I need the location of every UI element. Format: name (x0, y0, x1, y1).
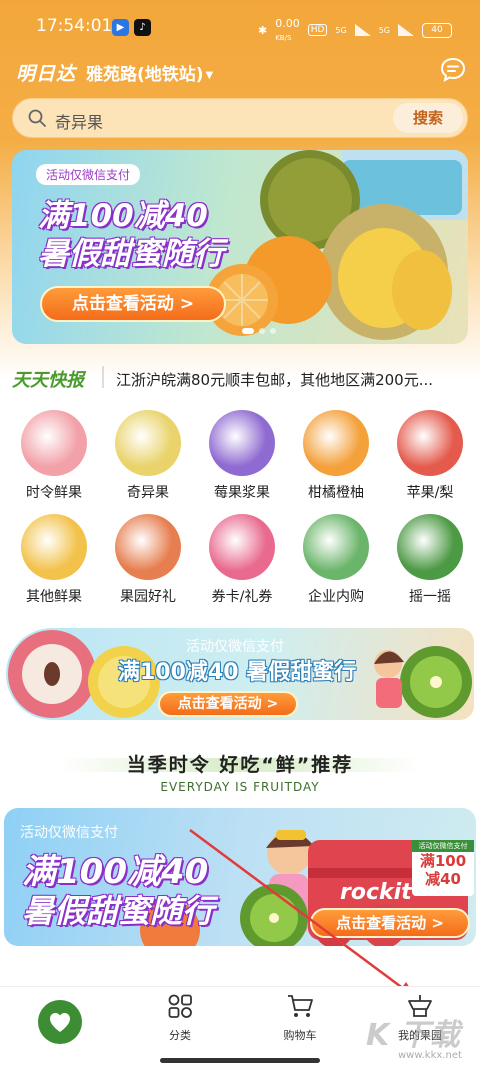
category-fruit-icon (209, 410, 275, 476)
network-speed: 0.00 KB/S (275, 17, 300, 42)
signal-1-icon: 5G (335, 25, 347, 35)
category-label: 苹果/梨 (406, 485, 454, 501)
category-fruit-icon (303, 410, 369, 476)
status-time: 17:54:01 (36, 16, 113, 36)
app-notification-icon: ▶ (112, 19, 129, 36)
section-title: 当季时令 好吃“鲜”推荐 (126, 754, 354, 776)
location-label: 雅苑路(地铁站) (86, 65, 204, 85)
news-title: 天天快报 (12, 370, 84, 391)
tab-category-label: 分类 (169, 1029, 191, 1042)
signal-2-icon: 5G (378, 25, 390, 35)
category-fruit-icon (303, 514, 369, 580)
app-header: 明日达 雅苑路(地铁站) ▼ (0, 54, 480, 94)
search-bar[interactable]: 奇异果 搜索 (12, 98, 468, 138)
view-activity-button[interactable]: 点击查看活动 > (158, 691, 298, 717)
search-button[interactable]: 搜索 (393, 103, 463, 133)
category-item[interactable]: 时令鲜果 (9, 410, 99, 502)
carousel-dot (270, 328, 276, 334)
tab-cart-label: 购物车 (283, 1029, 317, 1042)
status-indicators: ✱ 0.00 KB/S HD 5G 5G 40 (258, 17, 452, 43)
price-badge-header: 活动仅微信支付 (412, 840, 474, 852)
tab-category[interactable]: 分类 (120, 993, 240, 1043)
price-badge-line2: 减40 (425, 870, 461, 888)
category-label: 券卡/礼券 (211, 589, 273, 605)
view-activity-button[interactable]: 点击查看活动 > (310, 908, 470, 938)
system-home-indicator[interactable] (160, 1058, 320, 1063)
heart-chat-icon (50, 1013, 70, 1032)
message-icon[interactable] (440, 57, 466, 83)
watermark-url: www.kkx.net (398, 1050, 462, 1061)
search-input[interactable]: 奇异果 (55, 109, 103, 133)
news-ticker[interactable]: 天天快报 江浙沪皖满80元顺丰包邮，其他地区满200元... (12, 360, 468, 396)
rockit-brand-logo: rockit (340, 880, 412, 905)
category-fruit-icon (21, 410, 87, 476)
category-fruit-icon (209, 514, 275, 580)
watermark-logo: K 下载 (366, 1018, 460, 1053)
category-item[interactable]: 摇一摇 (385, 514, 475, 606)
news-divider (102, 366, 104, 388)
carousel-indicator (242, 328, 276, 334)
news-text: 江浙沪皖满80元顺丰包邮，其他地区满200元... (116, 371, 434, 389)
category-label: 其他鲜果 (26, 589, 82, 605)
location-selector[interactable]: 雅苑路(地铁站) ▼ (86, 60, 213, 85)
tab-home[interactable] (38, 1000, 82, 1044)
category-fruit-icon (115, 410, 181, 476)
status-bar: 17:54:01 ▶ ♪ ✱ 0.00 KB/S HD 5G 5G 40 (0, 0, 480, 54)
category-item[interactable]: 柑橘橙柚 (291, 410, 381, 502)
category-label: 摇一摇 (409, 589, 451, 605)
price-badge-line1: 满100 (419, 852, 467, 870)
signal-bars-2-icon (398, 24, 414, 36)
caret-down-icon: ▼ (205, 69, 214, 81)
category-label: 时令鲜果 (26, 485, 82, 501)
category-fruit-icon (21, 514, 87, 580)
promo-banner-middle[interactable]: 活动仅微信支付 满100减40 暑假甜蜜行 点击查看活动 > (6, 628, 474, 720)
category-item[interactable]: 莓果浆果 (197, 410, 287, 502)
category-item[interactable]: 果园好礼 (103, 514, 193, 606)
section-subtitle: EVERYDAY IS FRUITDAY (160, 780, 320, 794)
category-label: 柑橘橙柚 (308, 485, 364, 501)
category-item[interactable]: 券卡/礼券 (197, 514, 287, 606)
category-label: 奇异果 (127, 485, 169, 501)
promo-subheadline: 暑假甜蜜随行 (38, 236, 224, 272)
category-fruit-icon (397, 410, 463, 476)
category-fruit-icon (115, 514, 181, 580)
hd-badge: HD (307, 24, 328, 36)
category-item[interactable]: 苹果/梨 (385, 410, 475, 502)
tiktok-notification-icon: ♪ (134, 19, 151, 36)
view-activity-button[interactable]: 点击查看活动 > (40, 286, 226, 322)
carousel-dot (259, 328, 265, 334)
app-logo: 明日达 (16, 63, 77, 85)
shopping-cart-icon (288, 995, 313, 1017)
signal-bars-icon (354, 24, 371, 36)
category-item[interactable]: 奇异果 (103, 410, 193, 502)
category-item[interactable]: 企业内购 (291, 514, 381, 606)
battery-icon: 40 (422, 22, 452, 38)
wechat-pay-tag: 活动仅微信支付 (36, 164, 141, 185)
wechat-pay-tag: 活动仅微信支付 (20, 825, 118, 841)
search-icon (28, 109, 46, 127)
category-label: 企业内购 (308, 589, 364, 605)
category-item[interactable]: 其他鲜果 (9, 514, 99, 606)
bluetooth-icon: ✱ (257, 23, 268, 37)
category-label: 果园好礼 (120, 589, 176, 605)
promo-headline: 满100减40 暑假甜蜜行 (118, 660, 357, 685)
carousel-dot (242, 328, 254, 334)
promo-banner-bottom[interactable]: 活动仅微信支付 满100减40 暑假甜蜜随行 rockit 活动仅微信支付 满1… (4, 808, 476, 946)
wechat-pay-tag: 活动仅微信支付 (186, 639, 284, 655)
category-label: 莓果浆果 (214, 485, 270, 501)
price-badge: 活动仅微信支付 满100 减40 (412, 840, 474, 896)
tab-cart[interactable]: 购物车 (240, 993, 360, 1043)
promo-banner-top[interactable]: 活动仅微信支付 满100减40 暑假甜蜜随行 点击查看活动 > (12, 150, 468, 344)
category-fruit-icon (397, 514, 463, 580)
category-icon (168, 994, 192, 1018)
promo-subheadline: 暑假甜蜜随行 (22, 892, 215, 930)
